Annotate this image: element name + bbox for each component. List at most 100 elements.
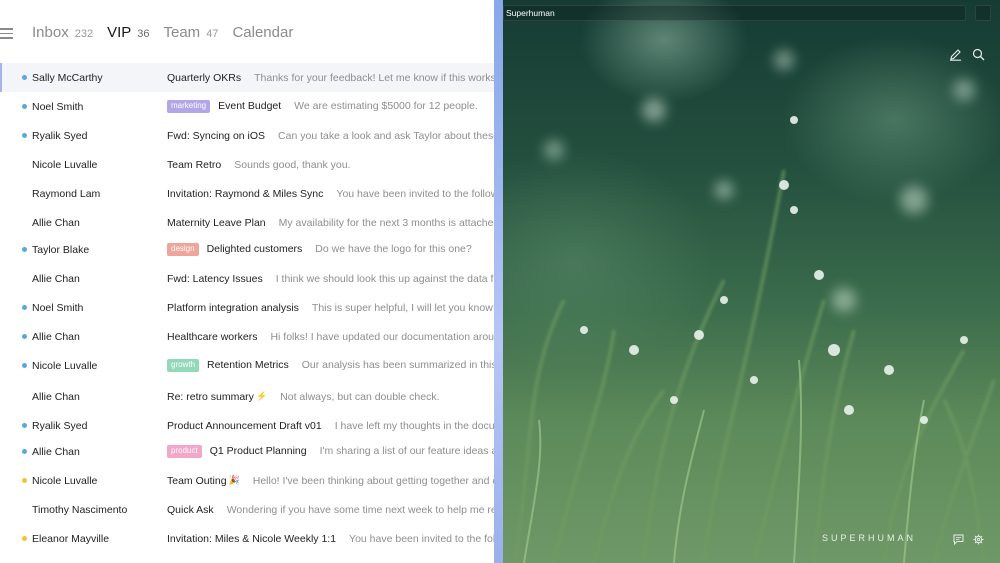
search-icon[interactable] xyxy=(972,48,985,66)
top-bar: Inbox 232 VIP 36 Team 47 Calendar xyxy=(0,0,494,64)
email-sender: Taylor Blake xyxy=(32,243,90,256)
unread-dot xyxy=(22,478,27,483)
email-subject: Invitation: Miles & Nicole Weekly 1:1 xyxy=(167,532,337,545)
window-button[interactable] xyxy=(975,5,991,21)
tab-vip[interactable]: VIP 36 xyxy=(107,24,149,41)
email-content: Fwd: Latency Issues I think we should loo… xyxy=(167,273,494,285)
email-row[interactable]: Nicole Luvalle Team Retro Sounds good, tha… xyxy=(0,150,494,179)
email-preview: Do we have the logo for this one? xyxy=(315,243,472,256)
email-preview: Sounds good, thank you. xyxy=(234,158,351,171)
email-row[interactable]: Eleanor Mayville Invitation: Miles & Nico… xyxy=(0,524,494,553)
unread-dot xyxy=(22,305,27,310)
tab-inbox[interactable]: Inbox 232 xyxy=(32,24,93,41)
subject-emoji: ⚡ xyxy=(255,391,268,401)
unread-dot xyxy=(22,334,27,339)
tab-count: 232 xyxy=(74,28,94,40)
email-subject: Quarterly OKRs xyxy=(167,71,242,84)
email-label-badge[interactable]: marketing xyxy=(167,100,211,113)
email-preview: My availability for the next 3 months is… xyxy=(278,216,494,229)
email-content: Team Outing 🎉 Hello! I've been thinking ab… xyxy=(167,475,494,487)
email-sender: Raymond Lam xyxy=(32,187,101,200)
email-sender: Allie Chan xyxy=(32,272,80,285)
window-edge xyxy=(494,0,503,563)
window-title: Superhuman xyxy=(506,8,555,18)
email-subject: Product Announcement Draft v01 xyxy=(167,419,322,432)
email-preview: I'm sharing a list of our feature ideas … xyxy=(319,445,494,458)
email-row[interactable]: Allie Chan Maternity Leave Plan My availab… xyxy=(0,208,494,237)
email-content: Re: retro summary ⚡ Not always, but can do… xyxy=(167,391,440,403)
email-row[interactable]: Noel Smith Platform integration analysis T… xyxy=(0,293,494,322)
email-label-badge[interactable]: growth xyxy=(167,359,200,372)
email-preview: I think we should look this up against t… xyxy=(275,272,494,285)
email-subject: Team Retro xyxy=(167,158,222,171)
window-title-bar[interactable]: Superhuman xyxy=(503,5,966,21)
email-row[interactable]: Timothy Nascimento Quick Ask Wondering if … xyxy=(0,495,494,524)
email-preview: Not always, but can double check. xyxy=(280,390,440,403)
email-row[interactable]: Allie Chan product Q1 Product Planning I'm … xyxy=(0,437,494,466)
mail-pane: Inbox 232 VIP 36 Team 47 Calendar Sally McCart… xyxy=(0,0,494,563)
email-content: product Q1 Product Planning I'm sharing a … xyxy=(167,445,494,458)
email-preview: Thanks for your feedback! Let me know if… xyxy=(254,71,494,84)
email-content: Product Announcement Draft v01 I have lef… xyxy=(167,420,494,432)
tab-label: Calendar xyxy=(232,24,294,41)
hamburger-menu-icon[interactable] xyxy=(0,28,14,40)
email-subject: Team Outing xyxy=(167,474,227,487)
email-preview: You have been invited to the following xyxy=(336,187,494,200)
email-sender: Timothy Nascimento xyxy=(32,503,128,516)
email-row[interactable]: Nicole Luvalle Team Outing 🎉 Hello! I've be… xyxy=(0,466,494,495)
background-image-pane: Superhuman SUPERHUMAN xyxy=(494,0,1000,563)
email-sender: Noel Smith xyxy=(32,301,84,314)
email-content: Maternity Leave Plan My availability for … xyxy=(167,217,494,229)
email-preview: Hi folks! I have updated our documentati… xyxy=(270,330,494,343)
unread-dot xyxy=(22,75,27,80)
unread-dot xyxy=(22,133,27,138)
email-content: marketing Event Budget We are estimating $… xyxy=(167,100,478,113)
email-subject: Fwd: Syncing on iOS xyxy=(167,129,266,142)
gear-icon[interactable] xyxy=(973,532,984,550)
pencil-icon[interactable] xyxy=(949,48,962,66)
email-sender: Allie Chan xyxy=(32,445,80,458)
email-row[interactable]: Allie Chan Healthcare workers Hi folks! I … xyxy=(0,322,494,351)
email-content: Invitation: Miles & Nicole Weekly 1:1 You… xyxy=(167,533,494,545)
tab-count: 36 xyxy=(137,28,150,40)
email-preview: You have been invited to the followi xyxy=(349,532,494,545)
email-row[interactable]: Allie Chan Fwd: Latency Issues I think we … xyxy=(0,264,494,293)
email-preview: Our analysis has been summarized in this… xyxy=(301,359,494,372)
chat-icon[interactable] xyxy=(953,532,964,550)
email-sender: Allie Chan xyxy=(32,216,80,229)
unread-dot xyxy=(22,363,27,368)
email-content: Platform integration analysis This is sup… xyxy=(167,302,494,314)
email-content: Team Retro Sounds good, thank you. xyxy=(167,159,350,171)
unread-dot xyxy=(22,104,27,109)
email-row[interactable]: Ryalik Syed Product Announcement Draft v0… xyxy=(0,411,494,440)
email-label-badge[interactable]: product xyxy=(167,445,202,458)
email-subject: Invitation: Raymond & Miles Sync xyxy=(167,187,324,200)
tab-label: Inbox xyxy=(32,24,69,41)
superhuman-logo: SUPERHUMAN xyxy=(822,533,917,543)
email-sender: Allie Chan xyxy=(32,390,80,403)
email-row[interactable]: Noel Smith marketing Event Budget We are es… xyxy=(0,92,494,121)
email-preview: I have left my thoughts in the docume xyxy=(334,419,494,432)
email-row[interactable]: Sally McCarthy Quarterly OKRs Thanks for y… xyxy=(0,63,494,92)
email-sender: Ryalik Syed xyxy=(32,419,88,432)
email-preview: We are estimating $5000 for 12 people. xyxy=(294,100,478,113)
email-subject: Event Budget xyxy=(218,100,282,113)
email-subject: Platform integration analysis xyxy=(167,301,299,314)
email-content: Fwd: Syncing on iOS Can you take a look a… xyxy=(167,130,494,142)
email-row[interactable]: Ryalik Syed Fwd: Syncing on iOS Can you ta… xyxy=(0,121,494,150)
email-subject: Fwd: Latency Issues xyxy=(167,272,263,285)
email-row[interactable]: Nicole Luvalle growth Retention Metrics Our… xyxy=(0,351,494,380)
tab-calendar[interactable]: Calendar xyxy=(232,24,293,41)
email-content: Invitation: Raymond & Miles Sync You have… xyxy=(167,188,494,200)
email-row[interactable]: Taylor Blake design Delighted customers Do … xyxy=(0,235,494,264)
email-preview: Hello! I've been thinking about getting … xyxy=(252,474,494,487)
email-label-badge[interactable]: design xyxy=(167,243,199,256)
email-row[interactable]: Raymond Lam Invitation: Raymond & Miles S… xyxy=(0,179,494,208)
email-preview: Can you take a look and ask Taylor about… xyxy=(278,129,494,142)
email-row[interactable]: Allie Chan Re: retro summary ⚡ Not always, … xyxy=(0,382,494,411)
unread-dot xyxy=(22,423,27,428)
tab-team[interactable]: Team 47 xyxy=(164,24,219,41)
email-subject: Re: retro summary xyxy=(167,390,254,403)
split-inbox-tabs: Inbox 232 VIP 36 Team 47 Calendar xyxy=(32,24,307,41)
email-subject: Delighted customers xyxy=(206,243,303,256)
